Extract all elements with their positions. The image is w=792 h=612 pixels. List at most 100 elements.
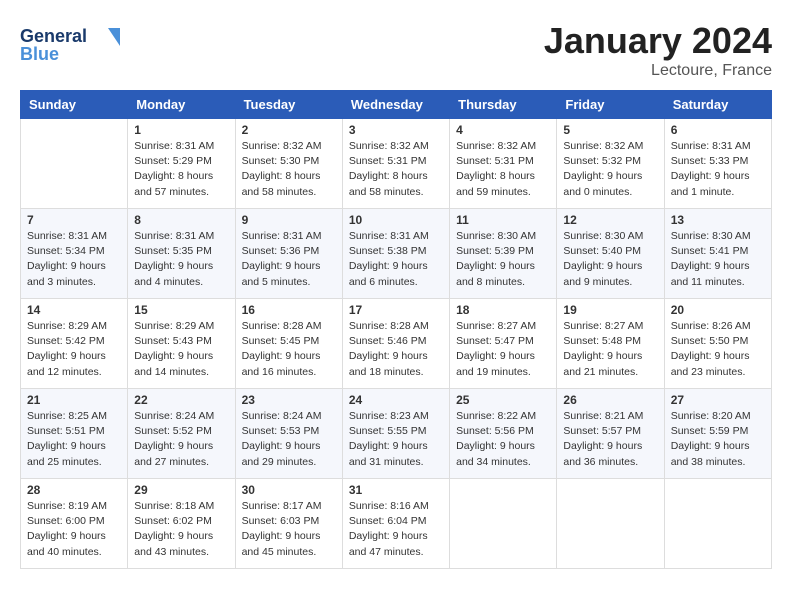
calendar-cell: 24 Sunrise: 8:23 AMSunset: 5:55 PMDayligh… [342, 389, 449, 479]
day-number: 10 [349, 213, 443, 227]
calendar-cell: 5 Sunrise: 8:32 AMSunset: 5:32 PMDaylight… [557, 119, 664, 209]
day-number: 2 [242, 123, 336, 137]
calendar-cell: 26Sunrise: 8:21 AMSunset: 5:57 PMDayligh… [557, 389, 664, 479]
day-info: Sunrise: 8:22 AMSunset: 5:56 PMDaylight:… [456, 409, 550, 470]
calendar-cell: 25 Sunrise: 8:22 AMSunset: 5:56 PMDayligh… [450, 389, 557, 479]
calendar-cell: 11 Sunrise: 8:30 AMSunset: 5:39 PMDayligh… [450, 209, 557, 299]
day-number: 27 [671, 393, 765, 407]
day-info: Sunrise: 8:25 AMSunset: 5:51 PMDaylight:… [27, 409, 121, 470]
day-info: Sunrise: 8:21 AMSunset: 5:57 PMDaylight:… [563, 409, 657, 470]
weekday-header-tuesday: Tuesday [235, 91, 342, 119]
calendar-week-3: 14 Sunrise: 8:29 AMSunset: 5:42 PMDayligh… [21, 299, 772, 389]
day-number: 5 [563, 123, 657, 137]
day-number: 9 [242, 213, 336, 227]
day-info: Sunrise: 8:29 AMSunset: 5:42 PMDaylight:… [27, 319, 121, 380]
day-number: 3 [349, 123, 443, 137]
calendar-cell: 13 Sunrise: 8:30 AMSunset: 5:41 PMDayligh… [664, 209, 771, 299]
day-number: 7 [27, 213, 121, 227]
weekday-header-row: SundayMondayTuesdayWednesdayThursdayFrid… [21, 91, 772, 119]
calendar-cell: 28 Sunrise: 8:19 AMSunset: 6:00 PMDayligh… [21, 479, 128, 569]
weekday-header-sunday: Sunday [21, 91, 128, 119]
calendar-cell: 8 Sunrise: 8:31 AMSunset: 5:35 PMDaylight… [128, 209, 235, 299]
day-info: Sunrise: 8:31 AMSunset: 5:33 PMDaylight:… [671, 139, 765, 200]
day-info: Sunrise: 8:32 AMSunset: 5:31 PMDaylight:… [349, 139, 443, 200]
calendar-week-5: 28 Sunrise: 8:19 AMSunset: 6:00 PMDayligh… [21, 479, 772, 569]
calendar-cell: 4 Sunrise: 8:32 AMSunset: 5:31 PMDaylight… [450, 119, 557, 209]
calendar-cell: 14 Sunrise: 8:29 AMSunset: 5:42 PMDayligh… [21, 299, 128, 389]
day-number: 31 [349, 483, 443, 497]
day-info: Sunrise: 8:24 AMSunset: 5:53 PMDaylight:… [242, 409, 336, 470]
location: Lectoure, France [544, 62, 772, 80]
day-number: 29 [134, 483, 228, 497]
day-number: 23 [242, 393, 336, 407]
day-number: 8 [134, 213, 228, 227]
calendar-cell: 29 Sunrise: 8:18 AMSunset: 6:02 PMDayligh… [128, 479, 235, 569]
day-number: 16 [242, 303, 336, 317]
calendar-cell [664, 479, 771, 569]
day-info: Sunrise: 8:19 AMSunset: 6:00 PMDaylight:… [27, 499, 121, 560]
day-number: 18 [456, 303, 550, 317]
weekday-header-monday: Monday [128, 91, 235, 119]
day-info: Sunrise: 8:16 AMSunset: 6:04 PMDaylight:… [349, 499, 443, 560]
calendar-cell [450, 479, 557, 569]
calendar-cell: 18 Sunrise: 8:27 AMSunset: 5:47 PMDayligh… [450, 299, 557, 389]
calendar-cell: 17Sunrise: 8:28 AMSunset: 5:46 PMDayligh… [342, 299, 449, 389]
calendar-week-4: 21Sunrise: 8:25 AMSunset: 5:51 PMDayligh… [21, 389, 772, 479]
calendar-cell: 20 Sunrise: 8:26 AMSunset: 5:50 PMDayligh… [664, 299, 771, 389]
day-number: 4 [456, 123, 550, 137]
day-info: Sunrise: 8:20 AMSunset: 5:59 PMDaylight:… [671, 409, 765, 470]
day-info: Sunrise: 8:30 AMSunset: 5:41 PMDaylight:… [671, 229, 765, 290]
day-info: Sunrise: 8:31 AMSunset: 5:29 PMDaylight:… [134, 139, 228, 200]
day-info: Sunrise: 8:31 AMSunset: 5:35 PMDaylight:… [134, 229, 228, 290]
day-number: 19 [563, 303, 657, 317]
day-info: Sunrise: 8:28 AMSunset: 5:45 PMDaylight:… [242, 319, 336, 380]
day-info: Sunrise: 8:24 AMSunset: 5:52 PMDaylight:… [134, 409, 228, 470]
day-info: Sunrise: 8:32 AMSunset: 5:30 PMDaylight:… [242, 139, 336, 200]
calendar-week-2: 7 Sunrise: 8:31 AMSunset: 5:34 PMDaylight… [21, 209, 772, 299]
day-number: 14 [27, 303, 121, 317]
day-info: Sunrise: 8:31 AMSunset: 5:34 PMDaylight:… [27, 229, 121, 290]
calendar-cell: 16 Sunrise: 8:28 AMSunset: 5:45 PMDayligh… [235, 299, 342, 389]
day-number: 13 [671, 213, 765, 227]
day-info: Sunrise: 8:18 AMSunset: 6:02 PMDaylight:… [134, 499, 228, 560]
day-info: Sunrise: 8:32 AMSunset: 5:31 PMDaylight:… [456, 139, 550, 200]
month-title: January 2024 [544, 20, 772, 62]
day-number: 1 [134, 123, 228, 137]
calendar-cell: 3 Sunrise: 8:32 AMSunset: 5:31 PMDaylight… [342, 119, 449, 209]
day-info: Sunrise: 8:23 AMSunset: 5:55 PMDaylight:… [349, 409, 443, 470]
calendar-cell: 23 Sunrise: 8:24 AMSunset: 5:53 PMDayligh… [235, 389, 342, 479]
day-info: Sunrise: 8:17 AMSunset: 6:03 PMDaylight:… [242, 499, 336, 560]
day-info: Sunrise: 8:26 AMSunset: 5:50 PMDaylight:… [671, 319, 765, 380]
calendar-cell: 22 Sunrise: 8:24 AMSunset: 5:52 PMDayligh… [128, 389, 235, 479]
day-number: 20 [671, 303, 765, 317]
calendar-cell: 15Sunrise: 8:29 AMSunset: 5:43 PMDayligh… [128, 299, 235, 389]
day-info: Sunrise: 8:30 AMSunset: 5:40 PMDaylight:… [563, 229, 657, 290]
calendar-cell: 2 Sunrise: 8:32 AMSunset: 5:30 PMDaylight… [235, 119, 342, 209]
day-info: Sunrise: 8:31 AMSunset: 5:36 PMDaylight:… [242, 229, 336, 290]
weekday-header-saturday: Saturday [664, 91, 771, 119]
day-number: 24 [349, 393, 443, 407]
page-header: General Blue January 2024 Lectoure, Fran… [20, 20, 772, 80]
calendar-cell: 19Sunrise: 8:27 AMSunset: 5:48 PMDayligh… [557, 299, 664, 389]
day-number: 30 [242, 483, 336, 497]
calendar-table: SundayMondayTuesdayWednesdayThursdayFrid… [20, 90, 772, 569]
day-info: Sunrise: 8:29 AMSunset: 5:43 PMDaylight:… [134, 319, 228, 380]
calendar-cell: 12 Sunrise: 8:30 AMSunset: 5:40 PMDayligh… [557, 209, 664, 299]
day-info: Sunrise: 8:27 AMSunset: 5:47 PMDaylight:… [456, 319, 550, 380]
weekday-header-thursday: Thursday [450, 91, 557, 119]
day-number: 12 [563, 213, 657, 227]
calendar-cell: 30 Sunrise: 8:17 AMSunset: 6:03 PMDayligh… [235, 479, 342, 569]
day-number: 25 [456, 393, 550, 407]
day-info: Sunrise: 8:32 AMSunset: 5:32 PMDaylight:… [563, 139, 657, 200]
calendar-cell: 31 Sunrise: 8:16 AMSunset: 6:04 PMDayligh… [342, 479, 449, 569]
day-number: 22 [134, 393, 228, 407]
calendar-cell: 1 Sunrise: 8:31 AMSunset: 5:29 PMDaylight… [128, 119, 235, 209]
calendar-week-1: 1 Sunrise: 8:31 AMSunset: 5:29 PMDaylight… [21, 119, 772, 209]
calendar-cell: 9 Sunrise: 8:31 AMSunset: 5:36 PMDaylight… [235, 209, 342, 299]
day-number: 28 [27, 483, 121, 497]
weekday-header-wednesday: Wednesday [342, 91, 449, 119]
day-number: 11 [456, 213, 550, 227]
day-info: Sunrise: 8:30 AMSunset: 5:39 PMDaylight:… [456, 229, 550, 290]
svg-text:General: General [20, 26, 87, 46]
calendar-cell [557, 479, 664, 569]
